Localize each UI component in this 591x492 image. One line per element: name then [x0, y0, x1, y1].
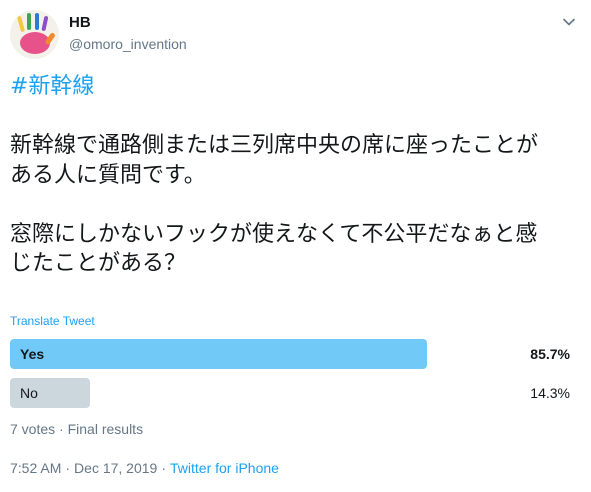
poll-votes: 7 votes [10, 421, 56, 437]
tweet-source-link[interactable]: Twitter for iPhone [170, 460, 279, 476]
poll-option-label: No [20, 385, 38, 401]
poll-option-no: No 14.3% [10, 378, 570, 408]
tweet-line: じたことがある？ [10, 251, 187, 276]
poll-status: Final results [67, 421, 144, 437]
tweet-line: ある人に質問です。 [10, 162, 206, 188]
poll-option-yes: Yes 85.7% [10, 339, 570, 369]
hashtag-link[interactable]: #新幹線 [10, 74, 94, 99]
handprint-avatar-icon [10, 10, 59, 59]
avatar[interactable] [10, 10, 59, 59]
poll-option-percent: 14.3% [530, 385, 570, 401]
poll-bar [10, 339, 427, 369]
tweet-text: #新幹線 新幹線で通路側または三列席中央の席に座ったことが ある人に質問です。 … [10, 72, 575, 279]
poll-meta: 7 votes · Final results [10, 421, 144, 437]
poll-option-percent: 85.7% [530, 346, 570, 362]
author-name[interactable]: HB [69, 14, 91, 31]
tweet-timestamp: 7:52 AM · Dec 17, 2019 · Twitter for iPhone [10, 460, 279, 476]
tweet-line: 窓際にしかないフックが使えなくて不公平だなぁと感 [10, 221, 538, 247]
tweet-line: 新幹線で通路側または三列席中央の席に座ったことが [10, 133, 539, 158]
author-handle[interactable]: @omoro_invention [69, 36, 187, 52]
chevron-down-icon[interactable] [561, 14, 577, 30]
poll-option-label: Yes [20, 346, 45, 362]
translate-tweet-link[interactable]: Translate Tweet [10, 314, 95, 328]
tweet-date[interactable]: Dec 17, 2019 [74, 460, 157, 476]
tweet-time[interactable]: 7:52 AM [10, 460, 61, 476]
